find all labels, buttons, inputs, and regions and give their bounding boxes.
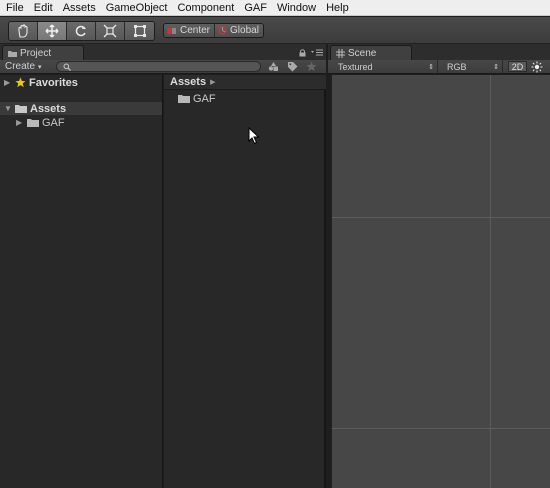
updown-arrow-icon: ⇕ [428,63,434,71]
create-label: Create [5,61,36,72]
tab-scene[interactable]: Scene [330,45,412,60]
move-icon [45,24,59,38]
breadcrumb: Assets ▶ [164,75,326,90]
search-input[interactable] [56,61,261,72]
pivot-center-button[interactable]: Center [164,24,216,37]
expand-arrow-icon[interactable]: ▶ [4,78,12,87]
folder-icon [178,95,190,103]
favorites-label: Favorites [29,76,78,89]
hand-icon [18,24,28,38]
project-toolbar: Create ▾ [0,60,326,74]
scene-toolbar: Textured ⇕ RGB ⇕ 2D [328,60,550,74]
scene-tabbar: Scene [328,44,550,60]
favorite-star-icon[interactable] [306,61,317,72]
tab-project[interactable]: Project [2,45,84,60]
folder-icon [27,119,39,127]
create-dropdown[interactable]: Create ▾ [5,61,42,72]
rect-tool-button[interactable] [125,22,154,40]
tab-scene-label: Scene [348,47,377,59]
draw-mode-dropdown[interactable]: Textured ⇕ [328,60,438,73]
filter-by-label-icon[interactable] [287,61,298,72]
star-icon [15,77,26,88]
scene-viewport[interactable] [330,75,550,488]
breadcrumb-arrow-icon: ▶ [210,79,216,86]
rotate-icon [75,25,86,37]
rect-icon [133,25,146,37]
folder-icon [15,105,27,113]
menu-gaf[interactable]: GAF [239,0,272,16]
main-toolbar: Center Global [0,17,550,44]
expand-arrow-icon[interactable]: ▶ [16,118,24,127]
transform-tools [8,21,155,41]
scale-tool-button[interactable] [96,22,125,40]
lock-icon[interactable] [299,49,306,57]
grid-line [332,217,550,218]
render-mode-label: RGB [447,61,467,72]
move-tool-button[interactable] [38,22,67,40]
grid-icon [336,48,345,58]
project-tabbar: Project [0,44,326,60]
grid-line [490,75,491,488]
tree-assets[interactable]: ▼ Assets [0,102,162,115]
chevron-down-icon: ▾ [38,63,42,71]
mouse-cursor-icon [248,127,260,145]
menu-component[interactable]: Component [172,0,239,16]
breadcrumb-assets[interactable]: Assets [170,76,206,88]
pivot-center-label: Center [180,25,211,36]
menu-assets[interactable]: Assets [58,0,101,16]
project-folder-icon [8,50,17,57]
menu-bar: File Edit Assets GameObject Component GA… [0,0,550,16]
render-mode-dropdown[interactable]: RGB ⇕ [439,60,503,73]
hand-tool-button[interactable] [9,22,38,40]
tree-gaf-label: GAF [42,116,65,129]
menu-edit[interactable]: Edit [29,0,58,16]
pivot-toggles: Center Global [163,23,264,38]
folder-item-label: GAF [193,92,216,105]
menu-window[interactable]: Window [272,0,321,16]
lighting-sun-icon[interactable] [531,61,543,73]
project-folder-tree: ▶ Favorites ▼ Assets ▶ GAF [0,75,163,488]
collapse-arrow-icon[interactable]: ▼ [4,104,12,113]
menu-file[interactable]: File [1,0,29,16]
2d-label: 2D [511,61,524,72]
grid-line [332,428,550,429]
pivot-global-button[interactable]: Global [215,24,263,37]
pivot-center-icon [167,27,176,34]
list-item[interactable]: GAF [178,92,216,105]
scale-icon [103,24,117,38]
tree-favorites[interactable]: ▶ Favorites [4,76,78,89]
draw-mode-label: Textured [338,61,373,72]
global-icon [218,26,227,35]
menu-gameobject[interactable]: GameObject [101,0,173,16]
tree-gaf[interactable]: ▶ GAF [16,116,65,129]
panel-menu-icon[interactable] [311,48,323,57]
rotate-tool-button[interactable] [67,22,96,40]
search-icon [63,63,71,71]
project-folder-contents: Assets ▶ GAF [164,75,326,488]
menu-help[interactable]: Help [321,0,354,16]
pivot-global-label: Global [230,25,259,36]
filter-by-type-icon[interactable] [268,61,279,72]
2d-toggle-button[interactable]: 2D [508,61,527,72]
tab-project-label: Project [20,47,52,59]
assets-label: Assets [30,102,67,115]
updown-arrow-icon: ⇕ [493,63,499,71]
